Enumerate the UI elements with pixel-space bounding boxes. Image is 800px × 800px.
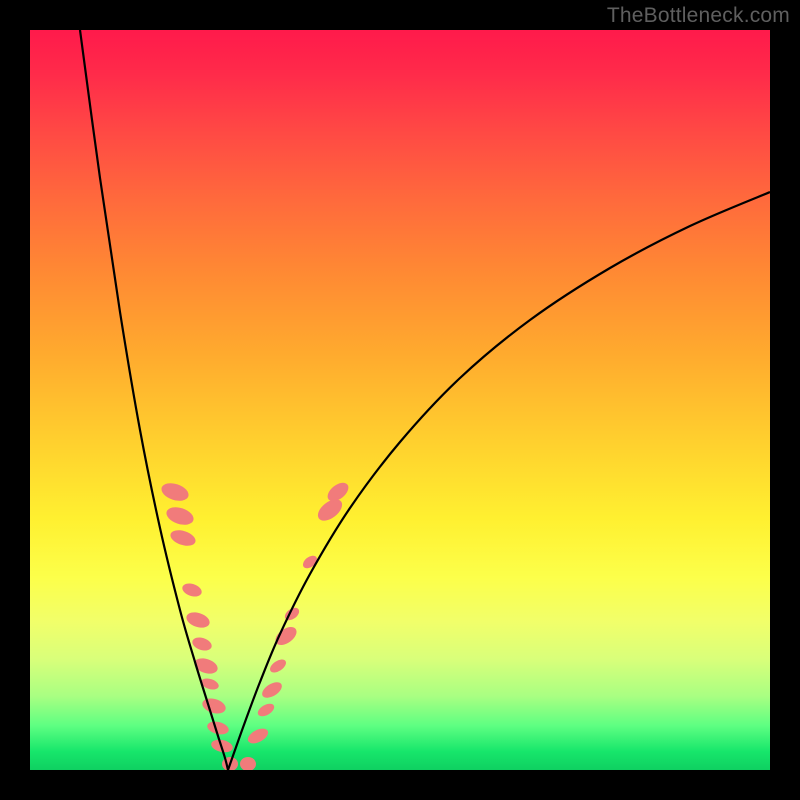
data-marker (268, 657, 289, 675)
data-marker (240, 757, 256, 770)
data-marker (259, 679, 284, 701)
data-marker (191, 635, 214, 653)
marker-group (159, 479, 352, 770)
data-marker (245, 726, 270, 747)
data-marker (201, 696, 228, 716)
chart-svg (30, 30, 770, 770)
watermark-text: TheBottleneck.com (607, 4, 790, 28)
data-marker (184, 610, 211, 631)
data-marker (159, 480, 191, 504)
data-marker (256, 701, 277, 719)
plot-area (30, 30, 770, 770)
data-marker (164, 504, 196, 528)
data-marker (168, 527, 197, 548)
data-marker (181, 581, 204, 599)
curve-right-branch (228, 192, 770, 770)
chart-stage: TheBottleneck.com (0, 0, 800, 800)
